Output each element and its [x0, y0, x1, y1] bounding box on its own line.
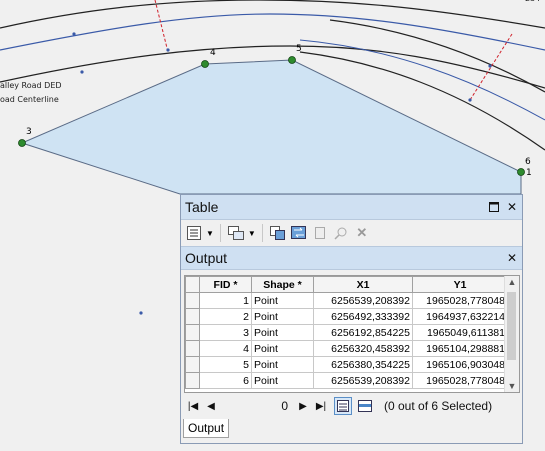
table-titlebar[interactable]: Table ✕	[181, 195, 522, 220]
record-position-field[interactable]: 0	[220, 399, 294, 413]
road-vertex-marker	[80, 70, 84, 74]
last-record-icon[interactable]: ▶|	[312, 401, 330, 412]
record-navigation: |◀ ◀ 0 ▶ ▶| (0 out of 6 Selected)	[184, 395, 520, 417]
table-row[interactable]: 5 Point 6256380,354225 1965106,903048	[185, 356, 508, 373]
vertex-label-4: 4	[210, 48, 216, 58]
next-record-icon[interactable]: ▶	[294, 401, 312, 412]
toolbar-separator	[219, 224, 221, 242]
table-toolbar: ▼ ▼ ✕	[181, 220, 522, 246]
top-right-label: 234	[525, 0, 540, 3]
road-label-centerline: oad Centerline	[0, 95, 59, 104]
cell-x1: 6256492,333392	[313, 308, 413, 325]
cell-y1: 1965104,298881	[412, 340, 508, 357]
first-record-icon[interactable]: |◀	[184, 401, 202, 412]
scroll-up-icon[interactable]: ▲	[506, 277, 518, 287]
cell-x1: 6256539,208392	[313, 292, 413, 309]
dropdown-arrow-icon[interactable]: ▼	[206, 229, 214, 238]
attribute-table: FID * Shape * X1 Y1 1 Point 6256539,2083…	[185, 276, 508, 389]
vertex-label-6: 6	[525, 157, 531, 167]
cell-y1: 1965028,778048	[412, 292, 508, 309]
cell-shape: Point	[251, 324, 314, 341]
road-vertex-marker	[72, 32, 76, 36]
cell-x1: 6256539,208392	[313, 372, 413, 389]
cell-y1: 1964937,632214	[412, 308, 508, 325]
table-header-row: FID * Shape * X1 Y1	[185, 276, 508, 293]
output-panel-header: Output ✕	[181, 246, 522, 270]
cell-shape: Point	[251, 292, 314, 309]
maximize-icon[interactable]	[486, 199, 502, 215]
column-header-fid[interactable]: FID *	[199, 276, 252, 293]
dropdown-arrow-icon[interactable]: ▼	[248, 229, 256, 238]
cell-fid: 5	[199, 356, 252, 373]
row-selector[interactable]	[185, 308, 200, 325]
cell-fid: 1	[199, 292, 252, 309]
row-selector[interactable]	[185, 340, 200, 357]
cell-fid: 6	[199, 372, 252, 389]
cell-fid: 2	[199, 308, 252, 325]
selection-status: (0 out of 6 Selected)	[384, 399, 493, 413]
road-vertex-marker	[166, 48, 170, 52]
vertex-4[interactable]	[201, 60, 209, 68]
row-selector[interactable]	[185, 292, 200, 309]
vertex-label-3: 3	[26, 127, 32, 137]
select-by-attributes-icon[interactable]	[269, 224, 287, 242]
scrollbar-thumb[interactable]	[507, 292, 516, 360]
cell-x1: 6256192,854225	[313, 324, 413, 341]
close-icon[interactable]: ✕	[504, 250, 520, 266]
row-selector[interactable]	[185, 324, 200, 341]
cell-shape: Point	[251, 356, 314, 373]
vertex-5[interactable]	[288, 56, 296, 64]
show-all-records-icon[interactable]	[334, 397, 352, 415]
table-tab-bar: Output	[183, 419, 230, 441]
column-header-y1[interactable]: Y1	[412, 276, 508, 293]
clear-selection-icon[interactable]	[311, 224, 329, 242]
road-label-ded: alley Road DED	[0, 81, 62, 90]
related-tables-icon[interactable]	[227, 224, 245, 242]
scroll-down-icon[interactable]: ▼	[506, 381, 518, 391]
table-window[interactable]: Table ✕ ▼ ▼ ✕ Output ✕ FID * Shape * X1 …	[180, 194, 523, 444]
vertex-6-1[interactable]	[517, 168, 525, 176]
table-row[interactable]: 6 Point 6256539,208392 1965028,778048	[185, 372, 508, 389]
cell-shape: Point	[251, 340, 314, 357]
vertex-3[interactable]	[18, 139, 26, 147]
output-title: Output	[185, 250, 228, 266]
tab-output[interactable]: Output	[183, 419, 230, 438]
cell-y1: 1965106,903048	[412, 356, 508, 373]
road-vertex-marker	[488, 64, 492, 68]
map-point	[139, 311, 143, 315]
column-header-shape[interactable]: Shape *	[251, 276, 314, 293]
table-title: Table	[185, 199, 219, 215]
cell-fid: 4	[199, 340, 252, 357]
vertex-label-1: 1	[526, 168, 532, 178]
toolbar-separator	[261, 224, 263, 242]
delete-selected-icon[interactable]: ✕	[353, 224, 371, 242]
show-selected-records-icon[interactable]	[356, 397, 374, 415]
cell-y1: 1965028,778048	[412, 372, 508, 389]
row-selector[interactable]	[185, 372, 200, 389]
column-header-x1[interactable]: X1	[313, 276, 413, 293]
table-row[interactable]: 3 Point 6256192,854225 1965049,611381	[185, 324, 508, 341]
vertex-label-5: 5	[296, 44, 302, 54]
cell-shape: Point	[251, 308, 314, 325]
table-row[interactable]: 1 Point 6256539,208392 1965028,778048	[185, 292, 508, 309]
previous-record-icon[interactable]: ◀	[202, 401, 220, 412]
attribute-grid[interactable]: FID * Shape * X1 Y1 1 Point 6256539,2083…	[184, 275, 520, 393]
cell-x1: 6256380,354225	[313, 356, 413, 373]
row-selector[interactable]	[185, 356, 200, 373]
road-vertex-marker	[468, 98, 472, 102]
cell-y1: 1965049,611381	[412, 324, 508, 341]
close-icon[interactable]: ✕	[504, 199, 520, 215]
table-options-icon[interactable]	[185, 224, 203, 242]
cell-fid: 3	[199, 324, 252, 341]
table-row[interactable]: 2 Point 6256492,333392 1964937,632214	[185, 308, 508, 325]
table-row[interactable]: 4 Point 6256320,458392 1965104,298881	[185, 340, 508, 357]
cell-x1: 6256320,458392	[313, 340, 413, 357]
cell-shape: Point	[251, 372, 314, 389]
switch-selection-icon[interactable]	[290, 224, 308, 242]
row-selector-header[interactable]	[185, 276, 200, 293]
zoom-to-selected-icon[interactable]	[332, 224, 350, 242]
vertical-scrollbar[interactable]: ▲ ▼	[504, 276, 519, 392]
